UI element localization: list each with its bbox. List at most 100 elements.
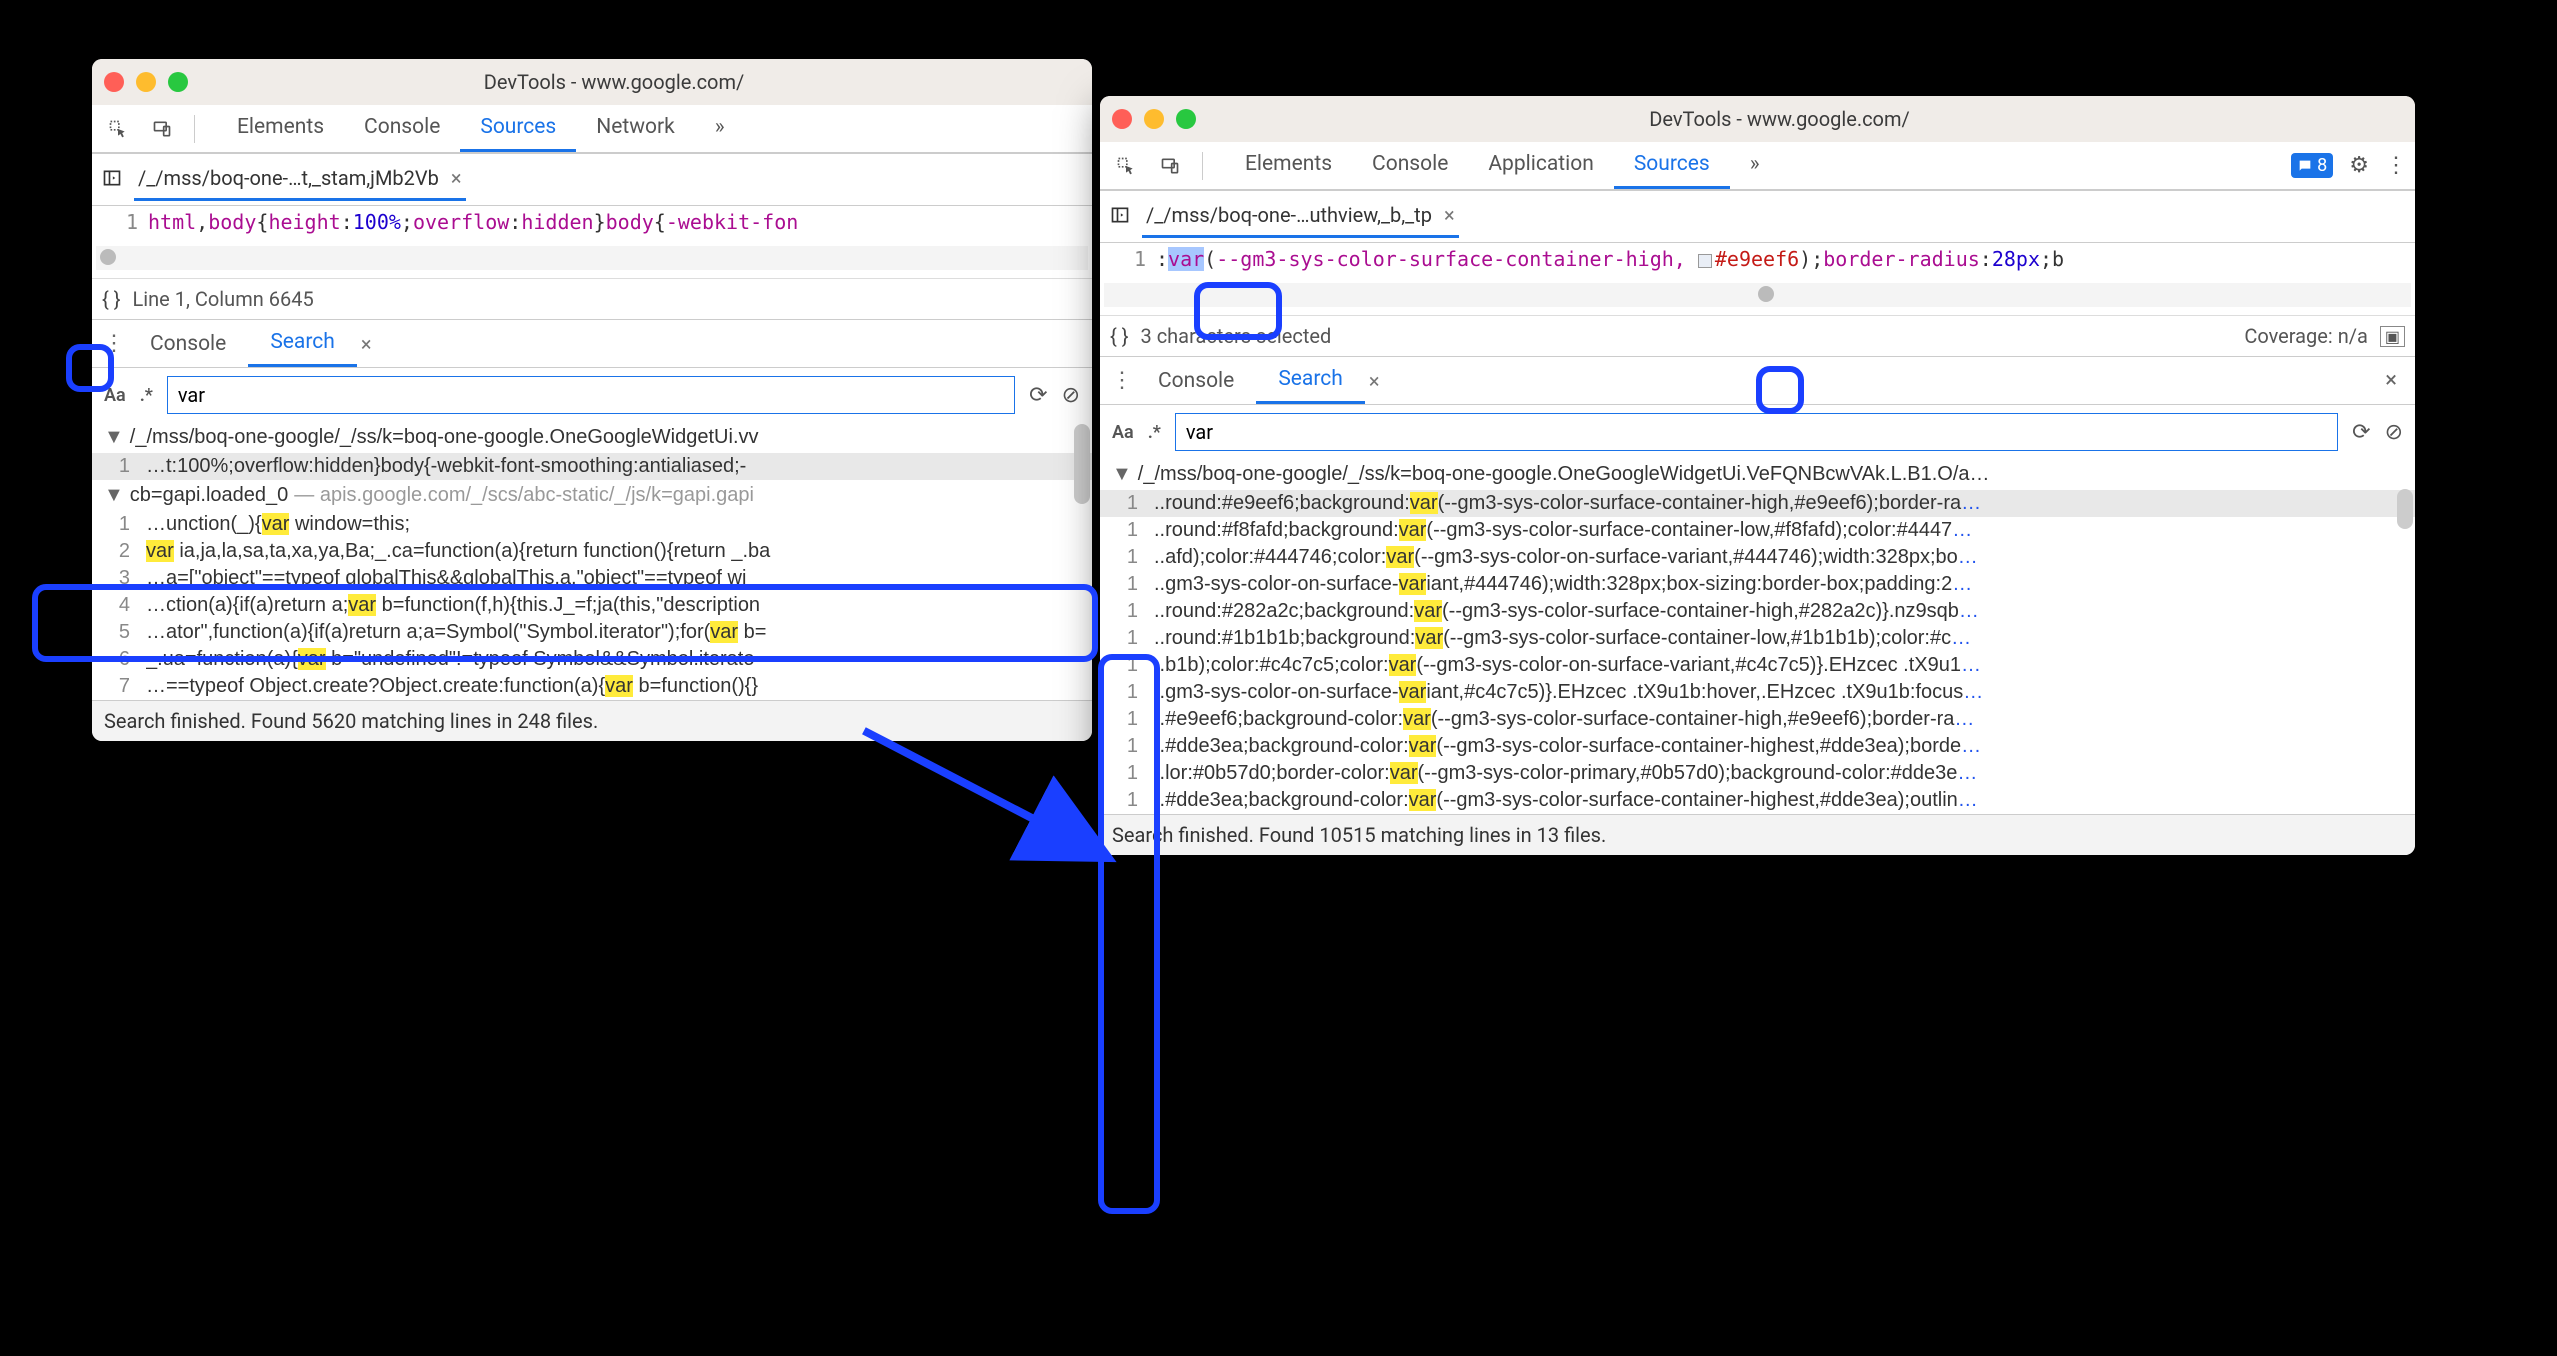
result-row[interactable]: 1..b1b);color:#c4c7c5;color:var(--gm3-sy…	[1100, 652, 2415, 679]
minimize-dot-icon[interactable]	[136, 72, 156, 92]
device-toggle-icon[interactable]	[144, 111, 180, 147]
search-results: ▼/_/mss/boq-one-google/_/ss/k=boq-one-go…	[92, 422, 1092, 700]
coverage-toggle-icon[interactable]: ▣	[2380, 326, 2405, 347]
code-editor[interactable]: 1 :var(--gm3-sys-color-surface-container…	[1100, 243, 2415, 275]
drawer-tab-console[interactable]: Console	[1136, 359, 1256, 403]
pretty-print-icon[interactable]: { }	[1110, 324, 1129, 348]
result-file[interactable]: ▼cb=gapi.loaded_0 — apis.google.com/_/sc…	[92, 480, 1092, 511]
minimize-dot-icon[interactable]	[1144, 109, 1164, 129]
pretty-print-icon[interactable]: { }	[102, 287, 121, 311]
kebab-menu-icon[interactable]: ⋮	[2385, 153, 2407, 178]
drawer-tab-console[interactable]: Console	[128, 322, 248, 366]
navigator-toggle-icon[interactable]	[1110, 205, 1130, 229]
result-row[interactable]: 1..gm3-sys-color-on-surface-variant,#444…	[1100, 571, 2415, 598]
refresh-icon[interactable]: ⟳	[1029, 383, 1047, 408]
close-drawer-icon[interactable]: ×	[2385, 368, 2407, 393]
zoom-dot-icon[interactable]	[1176, 109, 1196, 129]
tab-elements[interactable]: Elements	[217, 105, 344, 152]
file-tab[interactable]: /_/mss/boq-one-…t,_stam,jMb2Vb ×	[134, 158, 466, 201]
result-row[interactable]: 1..round:#282a2c;background:var(--gm3-sy…	[1100, 598, 2415, 625]
panel-tabs: Elements Console Application Sources »	[1225, 142, 1780, 189]
result-row[interactable]: 5…ator",function(a){if(a)return a;a=Symb…	[92, 619, 1092, 646]
drawer-menu-icon[interactable]: ⋮	[100, 321, 128, 366]
close-drawer-tab-icon[interactable]: ×	[361, 332, 372, 356]
close-dot-icon[interactable]	[104, 72, 124, 92]
titlebar: DevTools - www.google.com/	[1100, 96, 2415, 142]
window-title: DevTools - www.google.com/	[1216, 107, 2403, 131]
result-row[interactable]: 1…unction(_){var window=this;	[92, 511, 1092, 538]
devtools-window-right: DevTools - www.google.com/ Elements Cons…	[1100, 96, 2415, 855]
tabs-overflow[interactable]: »	[695, 105, 745, 152]
close-dot-icon[interactable]	[1112, 109, 1132, 129]
inspect-icon[interactable]	[1108, 148, 1144, 184]
overview-thumb[interactable]	[100, 249, 116, 265]
drawer-tab-search[interactable]: Search	[248, 320, 357, 367]
search-bar: Aa .* ⟳ ⊘	[1100, 405, 2415, 459]
panel-tabs: Elements Console Sources Network »	[217, 105, 745, 152]
overview-thumb[interactable]	[1758, 286, 1774, 302]
tab-console[interactable]: Console	[1352, 142, 1468, 189]
result-row[interactable]: 3…a=["object"==typeof globalThis&&global…	[92, 565, 1092, 592]
messages-badge[interactable]: 8	[2291, 153, 2333, 178]
code-line-1: html,body{height:100%;overflow:hidden}bo…	[148, 210, 798, 234]
inspect-icon[interactable]	[100, 111, 136, 147]
overview-ruler[interactable]	[1104, 283, 2411, 307]
divider	[194, 115, 195, 143]
tabs-overflow[interactable]: »	[1730, 142, 1780, 189]
result-row[interactable]: 1..round:#1b1b1b;background:var(--gm3-sy…	[1100, 625, 2415, 652]
overview-ruler[interactable]	[96, 246, 1088, 270]
result-row[interactable]: 1..round:#e9eef6;background:var(--gm3-sy…	[1100, 490, 2415, 517]
result-row[interactable]: 1..afd);color:#444746;color:var(--gm3-sy…	[1100, 544, 2415, 571]
traffic-lights	[104, 72, 188, 92]
match-case-toggle[interactable]: Aa	[104, 385, 126, 406]
result-row[interactable]: 1..#dde3ea;background-color:var(--gm3-sy…	[1100, 733, 2415, 760]
result-row[interactable]: 7…==typeof Object.create?Object.create:f…	[92, 673, 1092, 700]
result-row[interactable]: 1..gm3-sys-color-on-surface-variant,#c4c…	[1100, 679, 2415, 706]
zoom-dot-icon[interactable]	[168, 72, 188, 92]
drawer-tabs: ⋮ Console Search ×	[92, 319, 1092, 367]
search-results: ▼/_/mss/boq-one-google/_/ss/k=boq-one-go…	[1100, 459, 2415, 814]
tab-sources[interactable]: Sources	[460, 105, 576, 152]
tab-network[interactable]: Network	[576, 105, 695, 152]
navigator-toggle-icon[interactable]	[102, 168, 122, 192]
search-footer: Search finished. Found 5620 matching lin…	[92, 700, 1092, 741]
regex-toggle[interactable]: .*	[1148, 422, 1161, 443]
result-row[interactable]: 6_.ua=function(a){var b="undefined"!=typ…	[92, 646, 1092, 673]
refresh-icon[interactable]: ⟳	[2352, 420, 2370, 445]
settings-icon[interactable]: ⚙	[2349, 153, 2369, 178]
device-toggle-icon[interactable]	[1152, 148, 1188, 184]
results-scrollbar[interactable]	[1074, 424, 1090, 504]
search-input[interactable]	[167, 376, 1015, 414]
drawer-menu-icon[interactable]: ⋮	[1108, 358, 1136, 403]
file-tab[interactable]: /_/mss/boq-one-…uthview,_b,_tp ×	[1142, 195, 1459, 238]
result-row[interactable]: 1..#dde3ea;background-color:var(--gm3-sy…	[1100, 787, 2415, 814]
close-drawer-tab-icon[interactable]: ×	[1369, 369, 1380, 393]
search-input[interactable]	[1175, 413, 2338, 451]
line-number: 1	[92, 210, 148, 234]
result-file[interactable]: ▼/_/mss/boq-one-google/_/ss/k=boq-one-go…	[92, 422, 1092, 453]
result-file[interactable]: ▼/_/mss/boq-one-google/_/ss/k=boq-one-go…	[1100, 459, 2415, 490]
tab-elements[interactable]: Elements	[1225, 142, 1352, 189]
tab-console[interactable]: Console	[344, 105, 460, 152]
status-bar: { } 3 characters selected Coverage: n/a …	[1100, 315, 2415, 356]
result-row[interactable]: 1..#e9eef6;background-color:var(--gm3-sy…	[1100, 706, 2415, 733]
line-number: 1	[1100, 247, 1156, 271]
code-editor[interactable]: 1 html,body{height:100%;overflow:hidden}…	[92, 206, 1092, 238]
result-row[interactable]: 1..round:#f8fafd;background:var(--gm3-sy…	[1100, 517, 2415, 544]
result-row[interactable]: 2var ia,ja,la,sa,ta,xa,ya,Ba;_.ca=functi…	[92, 538, 1092, 565]
clear-icon[interactable]: ⊘	[1062, 383, 1080, 408]
regex-toggle[interactable]: .*	[140, 385, 153, 406]
close-tab-icon[interactable]: ×	[1444, 203, 1455, 227]
code-line-1: :var(--gm3-sys-color-surface-container-h…	[1156, 247, 2064, 271]
tab-application[interactable]: Application	[1468, 142, 1613, 189]
result-row[interactable]: 1…t:100%;overflow:hidden}body{-webkit-fo…	[92, 453, 1092, 480]
drawer-tab-search[interactable]: Search	[1256, 357, 1365, 404]
divider	[1202, 152, 1203, 180]
tab-sources[interactable]: Sources	[1614, 142, 1730, 189]
clear-icon[interactable]: ⊘	[2385, 420, 2403, 445]
results-scrollbar[interactable]	[2397, 489, 2413, 529]
result-row[interactable]: 4…ction(a){if(a)return a;var b=function(…	[92, 592, 1092, 619]
result-row[interactable]: 1..lor:#0b57d0;border-color:var(--gm3-sy…	[1100, 760, 2415, 787]
match-case-toggle[interactable]: Aa	[1112, 422, 1134, 443]
close-tab-icon[interactable]: ×	[451, 166, 462, 190]
